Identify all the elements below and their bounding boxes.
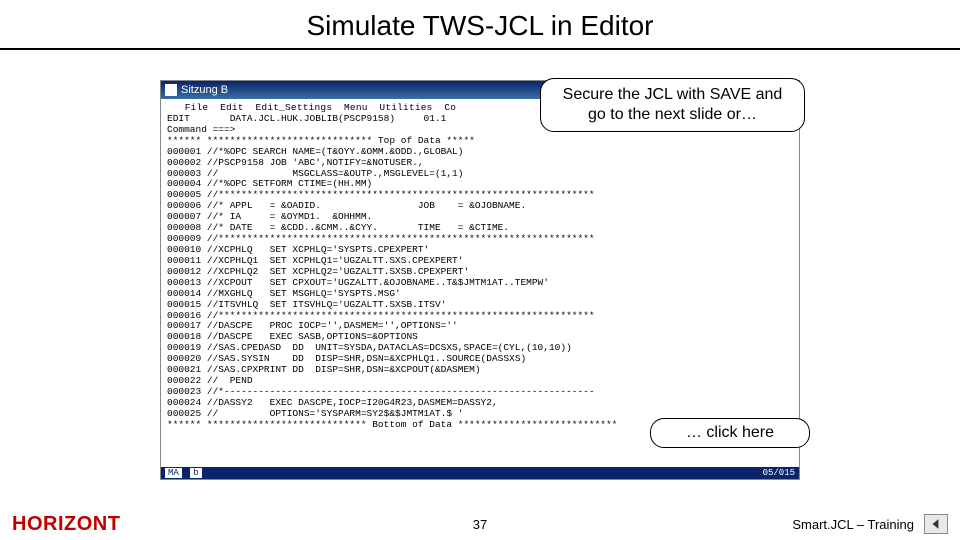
callout-save: Secure the JCL with SAVE and go to the n… xyxy=(540,78,805,132)
slide-footer: HORIZONT 37 Smart.JCL – Training xyxy=(0,508,960,540)
cursor-position: 05/015 xyxy=(763,468,795,478)
status-b: b xyxy=(190,468,201,478)
arrow-left-icon xyxy=(930,518,942,530)
page-number: 37 xyxy=(473,517,487,532)
jcl-source: ****** ***************************** Top… xyxy=(167,135,617,430)
title-underline xyxy=(0,48,960,50)
prev-slide-button[interactable] xyxy=(924,514,948,534)
terminal-body[interactable]: File Edit Edit_Settings Menu Utilities C… xyxy=(161,99,799,467)
callout-click-here[interactable]: … click here xyxy=(650,418,810,448)
terminal-statusbar: MA b 05/015 xyxy=(161,467,799,479)
edit-header: EDIT DATA.JCL.HUK.JOBLIB(PSCP9158) 01.1 xyxy=(167,113,446,124)
window-icon xyxy=(165,84,177,96)
status-ma: MA xyxy=(165,468,182,478)
window-title: Sitzung B xyxy=(181,84,228,96)
brand-logo: HORIZONT xyxy=(12,513,120,536)
course-name: Smart.JCL – Training xyxy=(792,517,914,532)
command-prompt[interactable]: Command ===> xyxy=(167,124,235,135)
editor-menu[interactable]: File Edit Edit_Settings Menu Utilities C… xyxy=(167,102,456,113)
slide-title: Simulate TWS-JCL in Editor xyxy=(0,0,960,48)
